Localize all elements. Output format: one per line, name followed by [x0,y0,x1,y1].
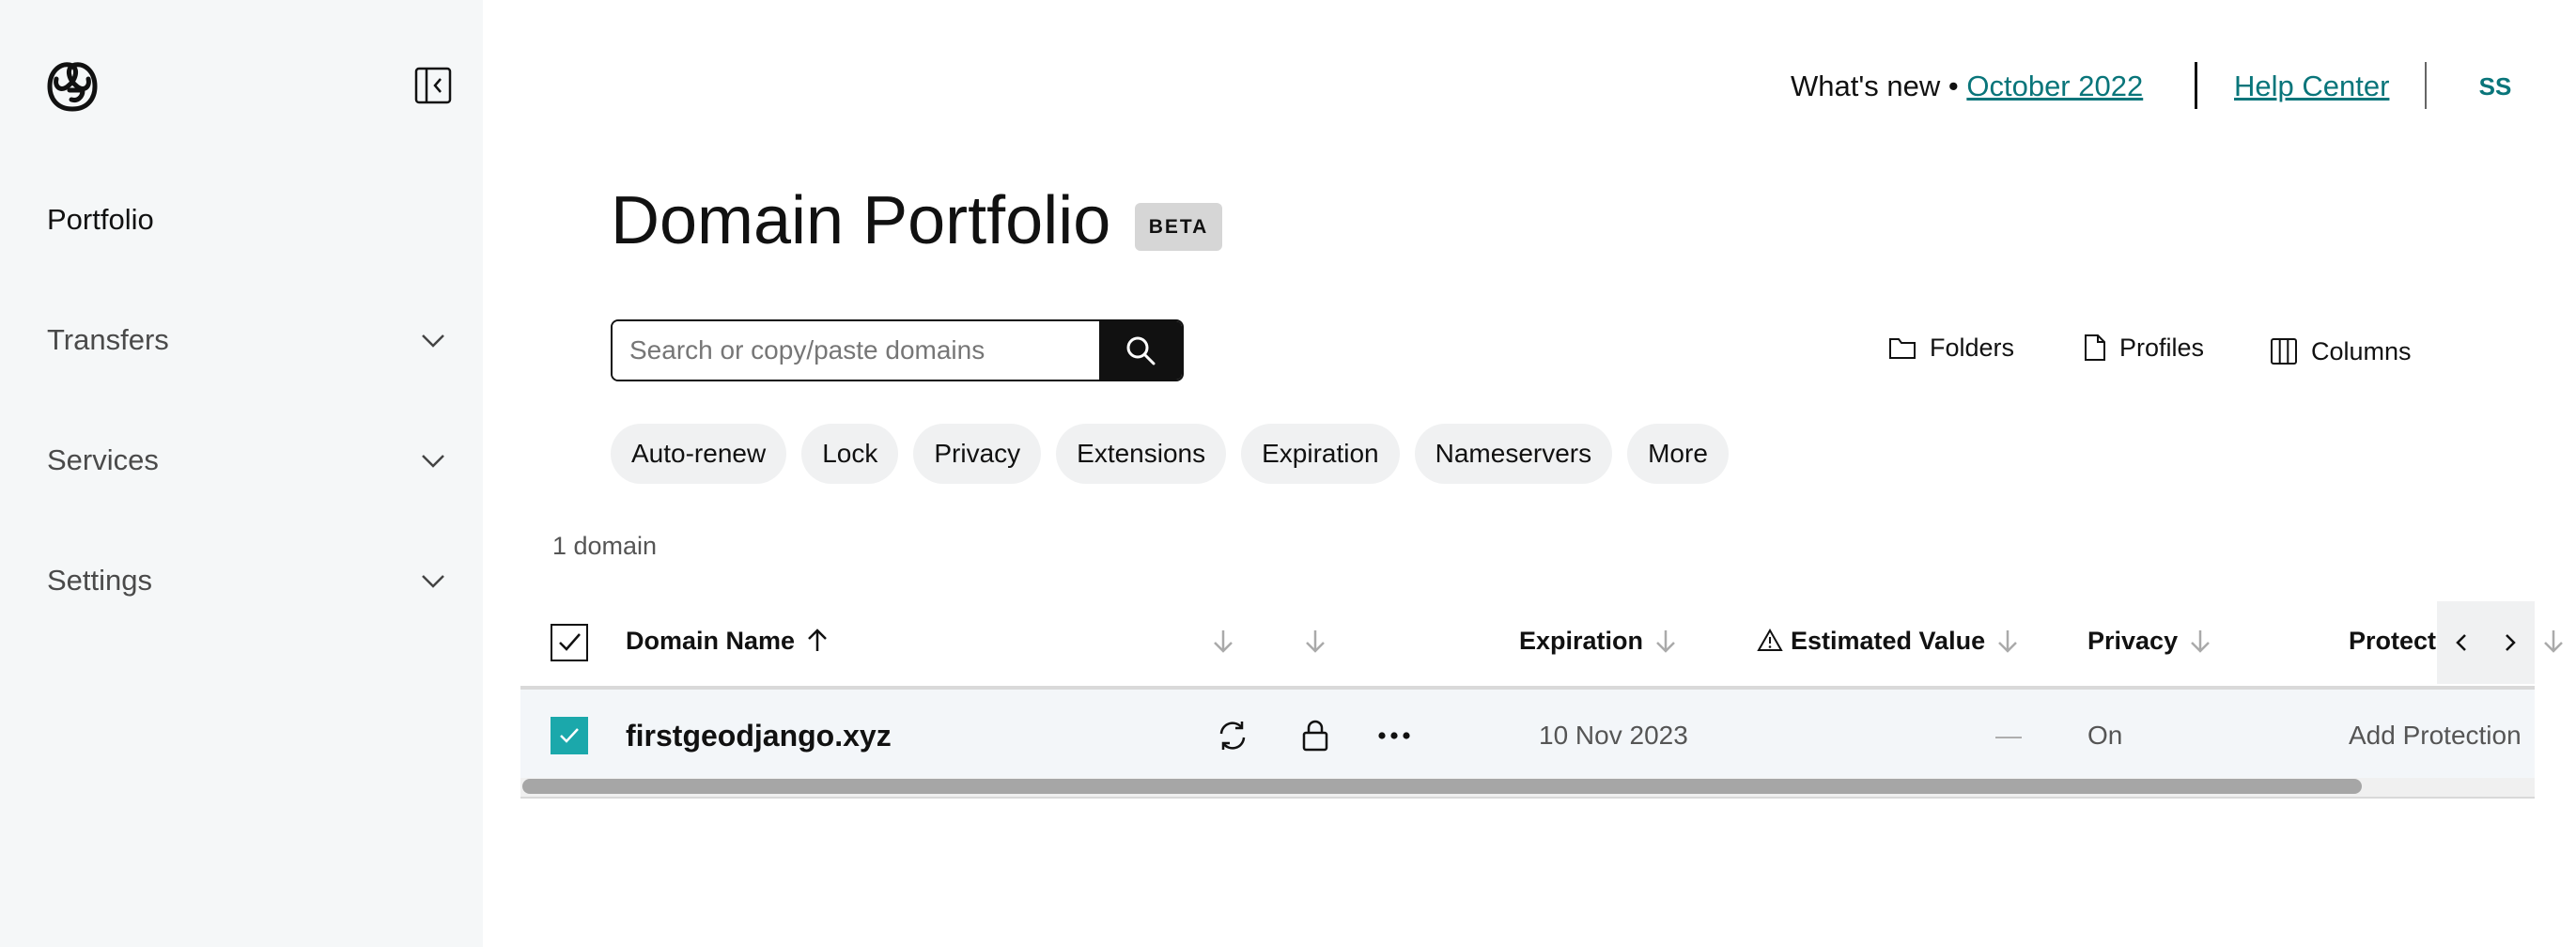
whats-new: What's new • October 2022 [1791,66,2143,107]
filter-chip-expiration[interactable]: Expiration [1241,424,1400,484]
chevron-down-icon [422,455,444,468]
filter-chip-privacy[interactable]: Privacy [913,424,1042,484]
sidebar-item-label: Transfers [47,323,169,356]
sidebar-item-label: Settings [47,564,153,597]
column-header-domain-name[interactable]: Domain Name [626,620,830,661]
search-bar [611,319,1184,381]
column-header-privacy[interactable]: Privacy [2087,620,2213,661]
domain-name-link[interactable]: firstgeodjango.xyz [626,719,892,753]
lock-cell [1295,714,1336,757]
checkmark-icon [560,728,579,743]
sidebar-item-services[interactable]: Services [47,434,460,487]
folders-label: Folders [1930,333,2015,362]
refresh-icon[interactable] [1212,715,1253,756]
arrow-down-icon [2191,630,2210,653]
warning-icon [1757,628,1783,651]
column-header-sort-protection[interactable] [2540,620,2567,661]
arrow-down-icon [1214,630,1233,653]
arrow-down-icon [1656,630,1675,653]
arrow-down-icon [2544,630,2563,653]
row-checkbox[interactable] [551,717,588,754]
filter-chip-auto-renew[interactable]: Auto-renew [611,424,787,484]
arrow-up-icon[interactable] [804,628,830,654]
column-label: Estimated Value [1791,626,1986,655]
filter-chip-nameservers[interactable]: Nameservers [1414,424,1613,484]
file-icon [2085,334,2105,361]
collapse-sidebar-icon[interactable] [413,66,453,105]
header-divider [2195,62,2197,109]
chevron-down-icon [422,575,444,588]
column-label: Protect [2349,626,2437,655]
expiration-cell: 10 Nov 2023 [1539,721,1688,750]
chevron-down-icon [422,334,444,348]
domain-count: 1 domain [552,532,658,560]
arrow-down-icon [1306,630,1325,653]
filter-chips: Auto-renew Lock Privacy Extensions Expir… [611,424,1729,484]
add-protection-link[interactable]: Add Protection [2349,714,2522,757]
filter-chip-lock[interactable]: Lock [801,424,899,484]
sidebar-item-portfolio[interactable]: Portfolio [47,194,460,246]
sidebar-item-label: Portfolio [47,203,154,236]
column-header-protection[interactable]: Protect [2349,620,2437,661]
whats-new-label: What's new • [1791,70,1959,102]
search-icon [1126,336,1156,365]
filter-chip-more[interactable]: More [1627,424,1729,484]
column-header-sort-lock[interactable] [1302,620,1328,661]
arrow-down-icon [1998,630,2017,653]
sidebar: Portfolio Transfers Services Settings [0,0,483,947]
logo-icon[interactable] [45,58,100,113]
actions-cell [1373,714,1415,757]
beta-badge: BETA [1135,203,1222,251]
estimated-value-cell: — [1995,721,2022,750]
column-label: Expiration [1519,626,1644,655]
domain-name-cell: firstgeodjango.xyz [626,714,892,757]
columns-label: Columns [2311,336,2412,365]
auto-renew-cell [1212,714,1253,757]
table-scroll-arrows [2437,601,2535,684]
column-header-sort-autorenew[interactable] [1210,620,1236,661]
chevron-left-icon[interactable] [2444,626,2478,660]
whats-new-link[interactable]: October 2022 [1966,70,2143,102]
select-all-checkbox[interactable] [551,624,588,661]
column-header-estimated-value[interactable]: Estimated Value [1757,620,2021,661]
sidebar-item-settings[interactable]: Settings [47,554,460,607]
column-label: Domain Name [626,626,796,655]
privacy-cell: On [2087,721,2123,750]
profiles-label: Profiles [2119,333,2205,362]
header-divider [2425,62,2427,109]
page-title: Domain Portfolio [611,183,1111,258]
filter-chip-extensions[interactable]: Extensions [1056,424,1227,484]
profiles-button[interactable]: Profiles [2084,329,2204,366]
lock-icon[interactable] [1295,715,1336,756]
table-scrollbar-thumb[interactable] [522,779,2362,794]
columns-button[interactable]: Columns [2270,333,2412,370]
chevron-right-icon[interactable] [2493,626,2527,660]
column-label: Privacy [2087,626,2179,655]
checkmark-icon [559,633,581,651]
search-button[interactable] [1099,321,1182,380]
sidebar-item-label: Services [47,443,159,476]
folder-icon [1889,338,1916,359]
search-input[interactable] [613,321,1099,380]
more-icon[interactable] [1373,715,1415,756]
help-center-link[interactable]: Help Center [2234,66,2389,107]
column-header-expiration[interactable]: Expiration [1519,620,1679,661]
sidebar-item-transfers[interactable]: Transfers [47,314,460,366]
avatar[interactable]: SS [2469,66,2522,107]
folders-button[interactable]: Folders [1888,329,2014,366]
columns-icon [2271,338,2297,365]
